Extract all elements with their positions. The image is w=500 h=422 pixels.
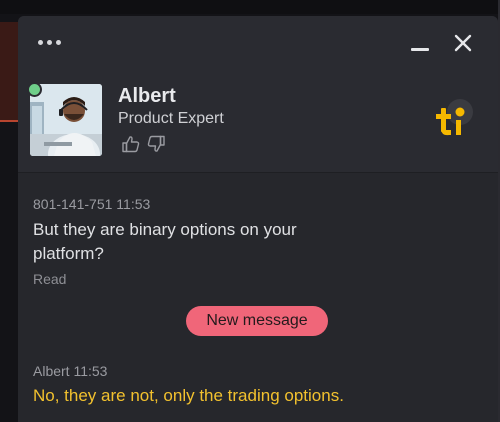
dot: [56, 39, 61, 45]
background-panel: [0, 22, 18, 122]
message-text-line: platform?: [33, 244, 104, 263]
message-list: 801-141-751 11:53 But they are binary op…: [18, 173, 498, 422]
agent-name: Albert: [118, 85, 176, 107]
message-meta: 801-141-751 11:53: [33, 196, 151, 212]
chat-widget: Albert Product Expert 801-141-751 11:53 …: [18, 16, 498, 422]
message-text-line: But they are binary options on your: [33, 220, 297, 239]
avatar-container: [27, 82, 102, 156]
agent-message-text: No, they are not, only the trading optio…: [33, 386, 344, 405]
read-status: Read: [33, 271, 67, 287]
ti-logo: [432, 98, 474, 144]
new-message-button[interactable]: New message: [186, 306, 328, 336]
agent-header: Albert Product Expert: [18, 72, 498, 173]
close-icon[interactable]: [452, 32, 474, 54]
chat-topbar: [18, 16, 498, 72]
background-toolbar: [0, 0, 500, 14]
minimize-icon[interactable]: [408, 36, 432, 54]
thumbs-up-icon[interactable]: [121, 134, 141, 154]
online-status-dot: [27, 82, 42, 97]
dot: [47, 39, 52, 45]
avatar: [30, 84, 102, 156]
message-meta: Albert 11:53: [33, 363, 108, 379]
dot: [38, 39, 43, 45]
background-accent-line: [0, 120, 18, 122]
thumbs-down-icon[interactable]: [146, 134, 166, 154]
agent-role: Product Expert: [118, 110, 224, 127]
more-dots-icon[interactable]: [38, 36, 68, 48]
